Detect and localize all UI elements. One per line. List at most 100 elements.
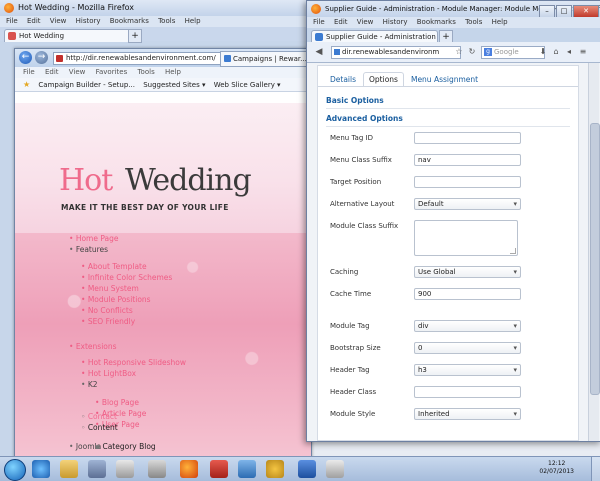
start-button-icon[interactable] <box>4 459 26 481</box>
fg-menu-history[interactable]: History <box>383 18 408 26</box>
minimize-button[interactable]: – <box>539 5 555 17</box>
misc-taskbar-icon[interactable] <box>326 460 344 478</box>
nav-no-conflicts[interactable]: No Conflicts <box>81 305 172 316</box>
nav-contact[interactable]: Contact <box>81 411 118 422</box>
ie-menu-view[interactable]: View <box>69 68 86 76</box>
ie-menu-file[interactable]: File <box>23 68 35 76</box>
tab-options[interactable]: Options <box>363 72 404 86</box>
alternative-layout-select[interactable]: Default <box>414 198 521 210</box>
row-bootstrap-size: Bootstrap Size 0 <box>330 342 570 356</box>
module-tabs: Details Options Menu Assignment <box>324 72 485 86</box>
menu-class-suffix-input[interactable]: nav <box>414 154 521 166</box>
ie-menu-edit[interactable]: Edit <box>45 68 59 76</box>
home-icon[interactable]: ⌂ <box>550 46 562 58</box>
fg-menu-help[interactable]: Help <box>492 18 508 26</box>
fg-url-bar[interactable]: dir.renewablesandenvironm <box>331 46 461 59</box>
close-button[interactable]: ✕ <box>573 5 599 17</box>
nav-slideshow[interactable]: Hot Responsive Slideshow <box>81 357 186 368</box>
module-tag-select[interactable]: div <box>414 320 521 332</box>
nav-lightbox[interactable]: Hot LightBox <box>81 368 186 379</box>
fg-menu-bookmarks[interactable]: Bookmarks <box>417 18 456 26</box>
nav-content[interactable]: Content <box>81 422 118 433</box>
nav-module-positions[interactable]: Module Positions <box>81 294 172 305</box>
media-taskbar-icon[interactable] <box>148 460 166 478</box>
search-input[interactable]: g Google <box>481 46 545 59</box>
bootstrap-size-select[interactable]: 0 <box>414 342 521 354</box>
system-clock[interactable]: 12:12 02/07/2013 <box>539 460 574 476</box>
scrollbar-thumb[interactable] <box>590 123 600 395</box>
nav-blog-page[interactable]: Blog Page <box>95 397 146 408</box>
logo-hot[interactable]: Hot <box>59 163 113 198</box>
menu-bookmarks[interactable]: Bookmarks <box>110 17 149 25</box>
fg-firefox-tabstrip: Supplier Guide - Administration - Modul.… <box>307 28 600 44</box>
menu-view[interactable]: View <box>50 17 67 25</box>
nav-features[interactable]: Features <box>69 244 119 255</box>
word-taskbar-icon[interactable] <box>298 460 316 478</box>
ie-tab-campaigns[interactable]: Campaigns | Rewar... <box>220 51 320 67</box>
explorer-taskbar-icon[interactable] <box>60 460 78 478</box>
tab-menu-assignment[interactable]: Menu Assignment <box>405 72 484 86</box>
nav-menu-system[interactable]: Menu System <box>81 283 172 294</box>
vertical-scrollbar[interactable] <box>588 63 600 441</box>
firefox-taskbar-icon[interactable] <box>180 460 198 478</box>
ie-favorites-bar: ★ Campaign Builder - Setup... Suggested … <box>15 78 311 92</box>
menu-tools[interactable]: Tools <box>158 17 175 25</box>
network-taskbar-icon[interactable] <box>238 460 256 478</box>
nav-category-blog[interactable]: Category Blog <box>95 441 155 452</box>
module-class-suffix-textarea[interactable] <box>414 220 518 256</box>
nav-extensions[interactable]: Extensions <box>69 341 117 352</box>
menu-file[interactable]: File <box>6 17 18 25</box>
internet-explorer-window: ← → http://dir.renewablesandenvironment.… <box>14 48 320 462</box>
cache-time-input[interactable]: 900 <box>414 288 521 300</box>
app-taskbar-icon[interactable] <box>88 460 106 478</box>
menu-icon[interactable]: ≡ <box>577 46 589 58</box>
forward-arrow-icon[interactable]: → <box>35 51 48 64</box>
row-module-class-suffix: Module Class Suffix <box>330 220 570 256</box>
fav-campaign-builder[interactable]: Campaign Builder - Setup... <box>38 81 135 89</box>
nav-color-schemes[interactable]: Infinite Color Schemes <box>81 272 173 283</box>
favorites-star-icon[interactable]: ★ <box>23 80 30 89</box>
caching-select[interactable]: Use Global <box>414 266 521 278</box>
tab-details[interactable]: Details <box>324 72 362 86</box>
basic-options-toggle[interactable]: Basic Options <box>326 94 570 109</box>
show-desktop-button[interactable] <box>591 457 600 481</box>
ie-menu-tools[interactable]: Tools <box>137 68 154 76</box>
tools-taskbar-icon[interactable] <box>116 460 134 478</box>
fav-suggested-sites[interactable]: Suggested Sites ▾ <box>143 81 205 89</box>
target-position-input[interactable] <box>414 176 521 188</box>
maximize-button[interactable]: □ <box>556 5 572 17</box>
fav-web-slice-gallery[interactable]: Web Slice Gallery ▾ <box>214 81 281 89</box>
fg-menu-file[interactable]: File <box>313 18 325 26</box>
ie-menu-favorites[interactable]: Favorites <box>96 68 128 76</box>
nav-about-template[interactable]: About Template <box>81 261 172 272</box>
menu-tag-id-input[interactable] <box>414 132 521 144</box>
module-style-select[interactable]: Inherited <box>414 408 521 420</box>
logo-wedding[interactable]: Wedding <box>125 163 252 198</box>
ie-address-bar[interactable]: http://dir.renewablesandenvironment.com/ <box>53 52 227 65</box>
menu-help[interactable]: Help <box>185 17 201 25</box>
ie-menu-help[interactable]: Help <box>165 68 181 76</box>
fg-menu-tools[interactable]: Tools <box>465 18 482 26</box>
new-tab-button[interactable]: + <box>128 29 142 43</box>
back-arrow-icon[interactable]: ← <box>19 51 32 64</box>
nav-k2[interactable]: K2 <box>81 379 186 390</box>
header-class-input[interactable] <box>414 386 521 398</box>
download-icon[interactable]: ⬇ <box>537 46 549 58</box>
tab-hot-wedding[interactable]: Hot Wedding <box>4 29 137 42</box>
fg-url-text: dir.renewablesandenvironm <box>342 48 440 56</box>
fg-menu-view[interactable]: View <box>357 18 374 26</box>
reload-icon[interactable]: ↻ <box>466 46 478 58</box>
back-arrow-icon[interactable]: ◀ <box>313 46 325 58</box>
ie-taskbar-icon[interactable] <box>32 460 50 478</box>
nav-seo-friendly[interactable]: SEO Friendly <box>81 316 172 327</box>
bookmark-star-icon[interactable]: ☆ <box>453 46 465 58</box>
nav-home[interactable]: Home Page <box>69 233 119 244</box>
fg-menu-edit[interactable]: Edit <box>334 18 348 26</box>
toolbar-extension-icon[interactable]: ◂ <box>563 46 575 58</box>
menu-edit[interactable]: Edit <box>27 17 41 25</box>
advanced-options-toggle[interactable]: Advanced Options <box>326 112 570 127</box>
menu-history[interactable]: History <box>76 17 101 25</box>
header-tag-select[interactable]: h3 <box>414 364 521 376</box>
chrome-taskbar-icon[interactable] <box>266 460 284 478</box>
pdf-taskbar-icon[interactable] <box>210 460 228 478</box>
